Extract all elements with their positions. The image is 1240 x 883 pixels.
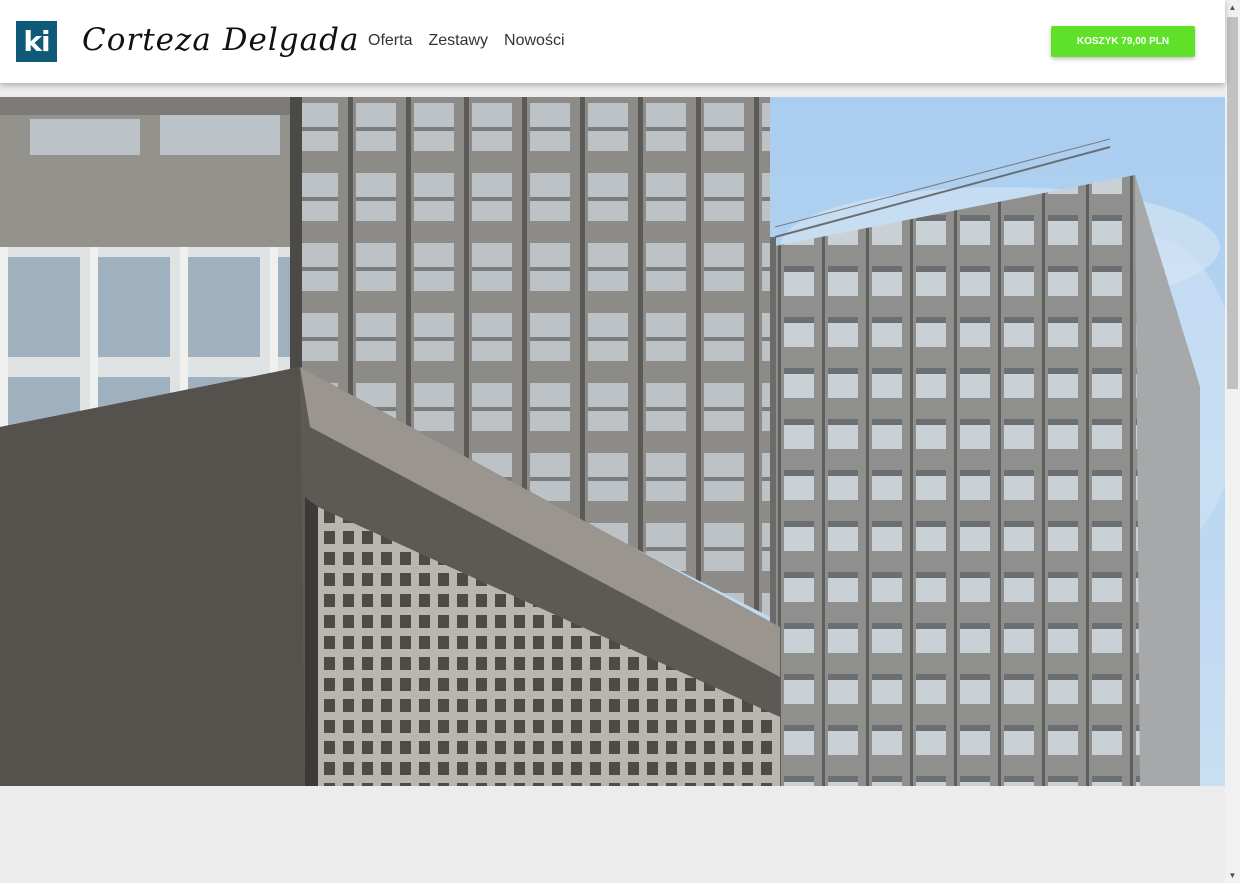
page-scrollbar[interactable]: ▲ ▼: [1225, 0, 1240, 883]
hero-image: [0, 97, 1225, 786]
logo-icon[interactable]: ki: [16, 21, 57, 62]
hero-buildings-illustration: [0, 97, 1225, 786]
site-header: ki Corteza Delgada Oferta Zestawy Nowośc…: [0, 0, 1225, 83]
main-nav: Oferta Zestawy Nowości: [368, 30, 565, 52]
cart-button[interactable]: KOSZYK 79,00 PLN: [1051, 26, 1195, 57]
nav-link-zestawy[interactable]: Zestawy: [428, 30, 488, 52]
nav-link-oferta[interactable]: Oferta: [368, 30, 412, 52]
scrollbar-thumb[interactable]: [1227, 17, 1238, 389]
scroll-down-arrow-icon[interactable]: ▼: [1225, 868, 1240, 883]
scroll-up-arrow-icon[interactable]: ▲: [1225, 0, 1240, 15]
brand-name[interactable]: Corteza Delgada: [82, 18, 359, 62]
nav-link-nowosci[interactable]: Nowości: [504, 30, 564, 52]
